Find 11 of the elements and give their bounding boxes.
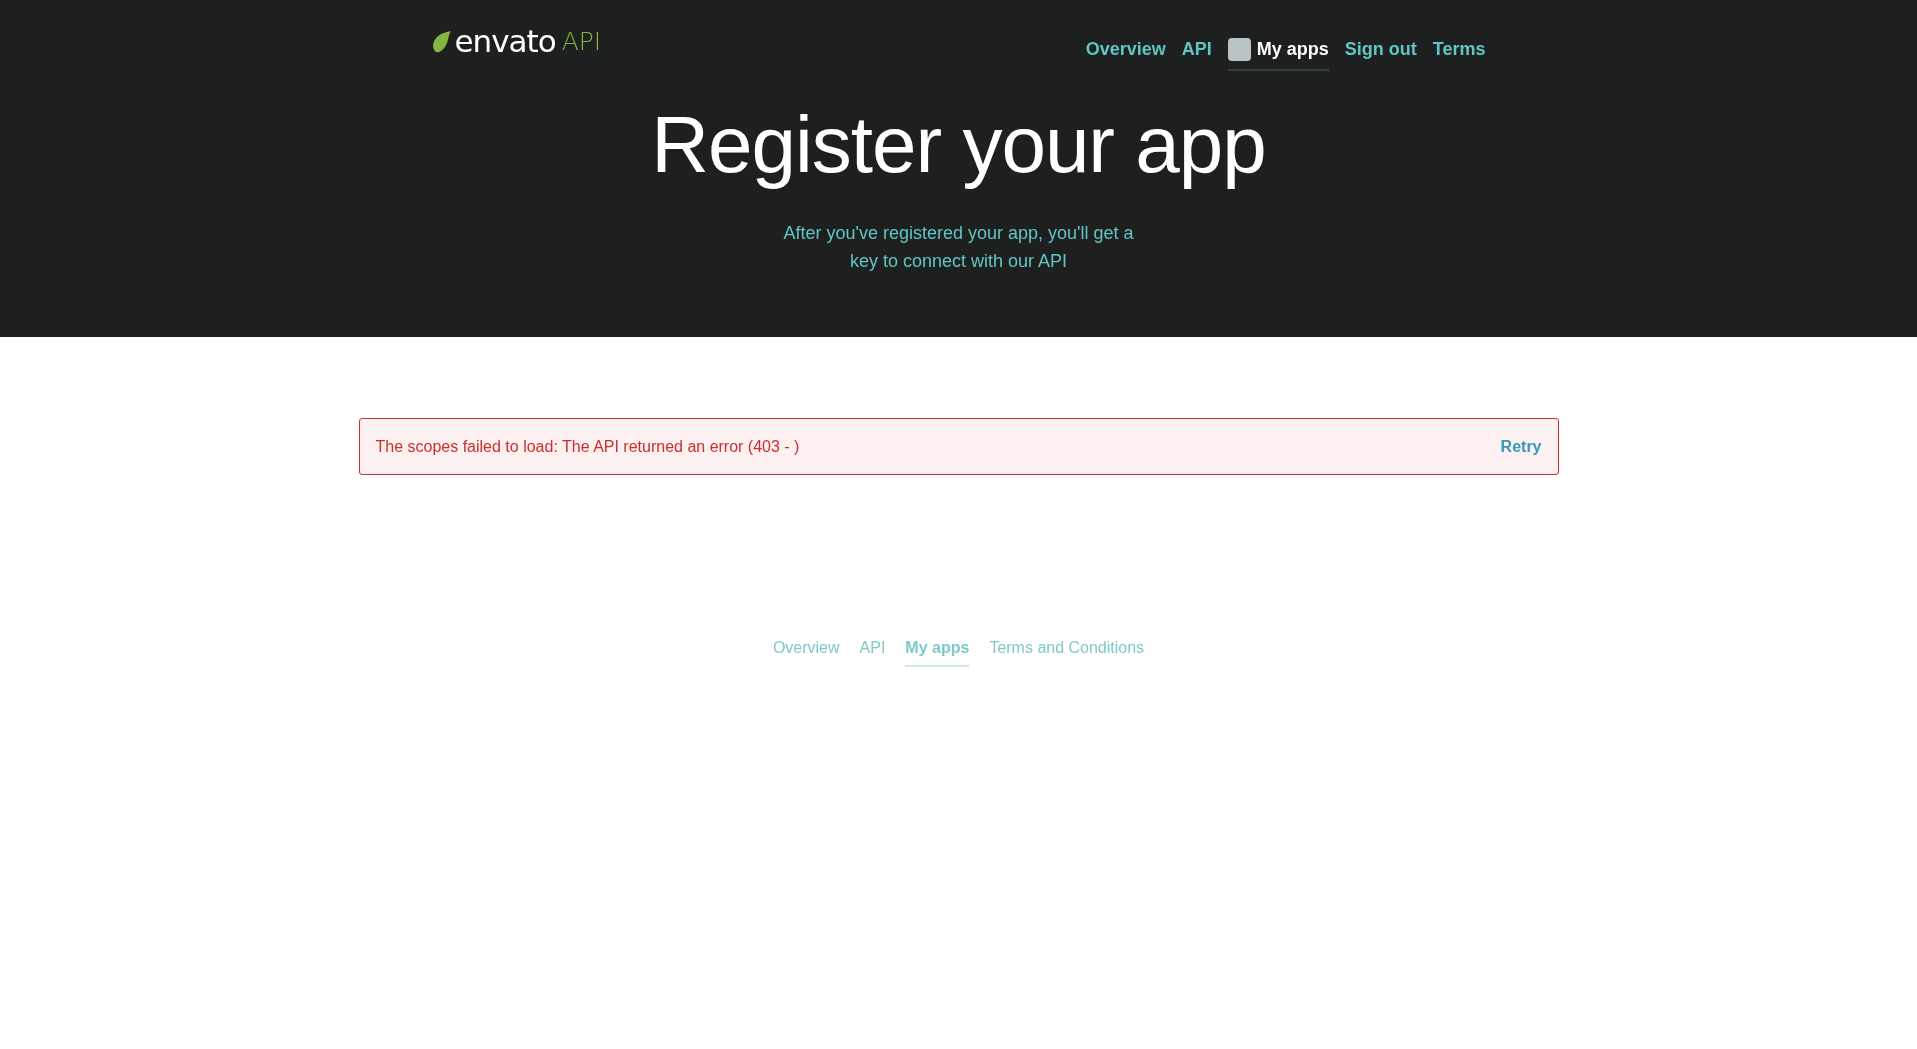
nav-link[interactable]: My apps: [1227, 34, 1329, 71]
logo-text: envato: [454, 26, 556, 57]
nav-link[interactable]: Overview: [1085, 34, 1166, 71]
page-title: Register your app: [650, 99, 1267, 191]
logo-product-text: API: [561, 29, 602, 54]
nav-link[interactable]: API: [1181, 34, 1212, 71]
nav-link[interactable]: Sign out: [1344, 34, 1417, 71]
leaf-icon: [431, 30, 452, 53]
page-subtitle: After you've registered your app, you'll get a key to connect with our API: [782, 222, 1135, 273]
nav-link[interactable]: Terms: [1432, 34, 1486, 71]
error-message: The scopes failed to load: The API returned an error (403 - ): [375, 437, 800, 456]
